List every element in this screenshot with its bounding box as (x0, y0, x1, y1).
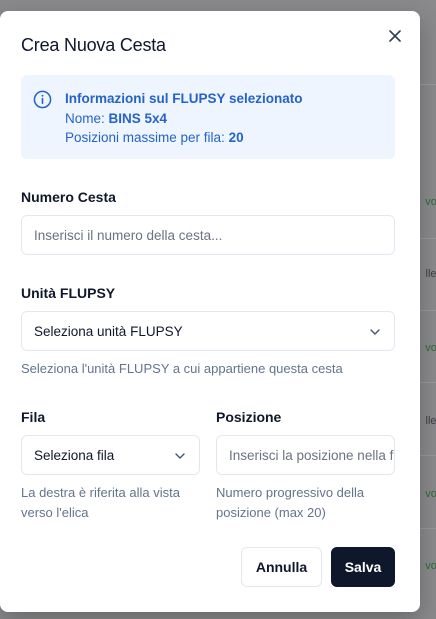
info-name-label: Nome: (65, 110, 109, 126)
save-button[interactable]: Salva (331, 547, 395, 587)
background-cell: vo (425, 488, 436, 500)
background-divider (420, 84, 436, 85)
position-label: Posizione (216, 409, 282, 425)
background-cell: lle (425, 415, 436, 427)
info-max-value: 20 (228, 130, 244, 145)
flupsy-unit-help: Seleziona l'unità FLUPSY a cui appartien… (21, 361, 343, 376)
dialog-title: Crea Nuova Cesta (21, 35, 166, 55)
row-select[interactable]: Seleziona fila (21, 435, 200, 475)
info-max-row: Posizioni massime per fila: 20 (65, 128, 303, 148)
flupsy-info-box: Informazioni sul FLUPSY selezionato Nome… (21, 75, 395, 159)
position-input[interactable] (229, 447, 394, 463)
basket-number-label: Numero Cesta (21, 189, 116, 205)
info-heading: Informazioni sul FLUPSY selezionato (65, 91, 303, 106)
chevron-down-icon (175, 453, 185, 459)
background-divider (420, 528, 436, 529)
row-help: La destra è riferita alla vista verso l'… (21, 485, 180, 520)
background-cell: vo (425, 196, 436, 208)
info-name-row: Nome: BINS 5x4 (65, 109, 303, 129)
position-help: Numero progressivo della posizione (max … (216, 485, 365, 520)
background-cell: lle (425, 268, 436, 280)
cancel-button[interactable]: Annulla (241, 547, 322, 587)
background-cell: vo (425, 342, 436, 354)
background-divider (420, 310, 436, 311)
flupsy-unit-select[interactable]: Seleziona unità FLUPSY (21, 311, 395, 351)
background-divider (420, 238, 436, 239)
background-divider (420, 382, 436, 383)
position-field[interactable] (216, 435, 395, 475)
close-button[interactable] (386, 27, 404, 45)
info-name-value: BINS 5x4 (108, 110, 168, 126)
flupsy-unit-selected: Seleziona unità FLUPSY (34, 323, 183, 339)
close-icon (389, 30, 401, 42)
info-icon (33, 90, 52, 109)
background-divider (420, 455, 436, 456)
chevron-down-icon (370, 329, 380, 335)
basket-number-field[interactable] (21, 215, 395, 255)
row-selected: Seleziona fila (34, 447, 115, 463)
background-cell: vo (425, 560, 436, 572)
info-max-label: Posizioni massime per fila: (65, 130, 229, 145)
flupsy-unit-label: Unità FLUPSY (21, 285, 116, 301)
basket-number-input[interactable] (34, 227, 394, 243)
create-basket-dialog: Crea Nuova Cesta Informazioni sul FLUPSY… (0, 11, 420, 612)
row-label: Fila (21, 409, 46, 425)
